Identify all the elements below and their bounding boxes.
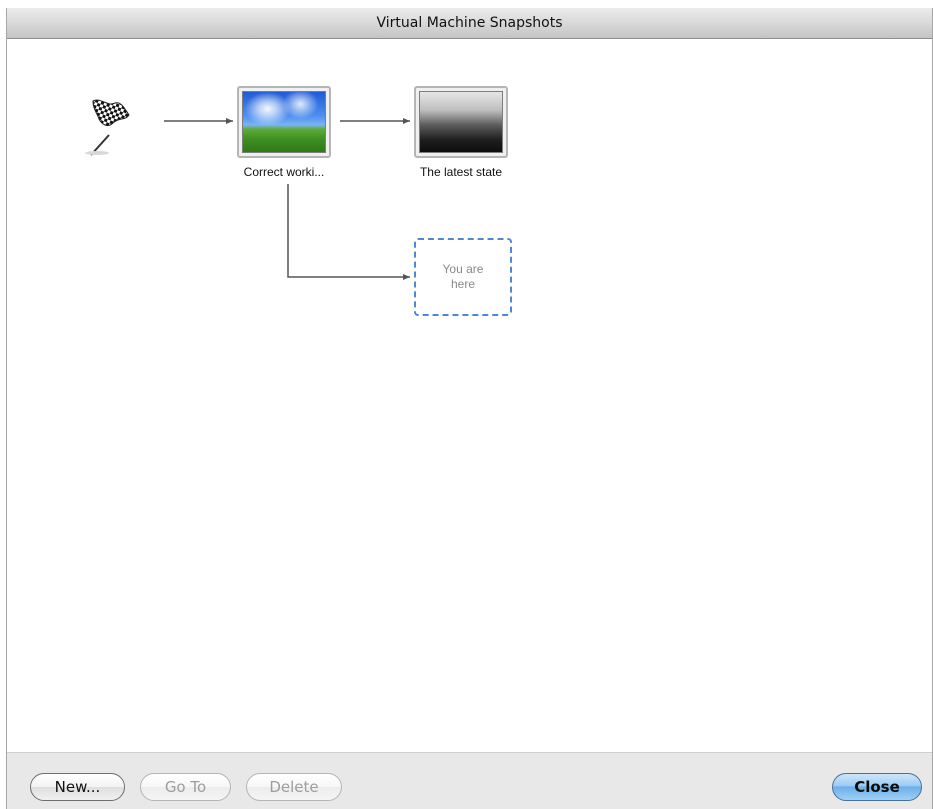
snapshot-label-correct-working: Correct worki... xyxy=(243,165,325,179)
title-bar[interactable]: Virtual Machine Snapshots xyxy=(7,8,932,39)
current-state-node[interactable]: You are here xyxy=(414,238,512,316)
snapshot-label-latest-state: The latest state xyxy=(419,165,503,179)
window-title: Virtual Machine Snapshots xyxy=(376,15,563,31)
windows-xp-bliss-desktop xyxy=(242,91,326,153)
delete-button[interactable]: Delete xyxy=(246,773,342,801)
current-state-label: You are here xyxy=(442,262,484,291)
snapshots-window: Virtual Machine Snapshots Correct worki.… xyxy=(6,8,933,809)
connector-snapshot-to-current xyxy=(287,184,410,280)
snapshot-node-latest-state[interactable] xyxy=(414,86,508,158)
close-button[interactable]: Close xyxy=(832,773,922,801)
new-snapshot-button[interactable]: New... xyxy=(30,773,125,801)
button-bar: New... Go To Delete Close xyxy=(7,752,932,809)
go-to-button[interactable]: Go To xyxy=(140,773,231,801)
snapshot-node-correct-working[interactable] xyxy=(237,86,331,158)
dark-gradient-screen xyxy=(419,91,503,153)
snapshot-tree: Correct worki... The latest state You ar… xyxy=(7,39,932,752)
checkered-flag-icon xyxy=(79,93,133,157)
